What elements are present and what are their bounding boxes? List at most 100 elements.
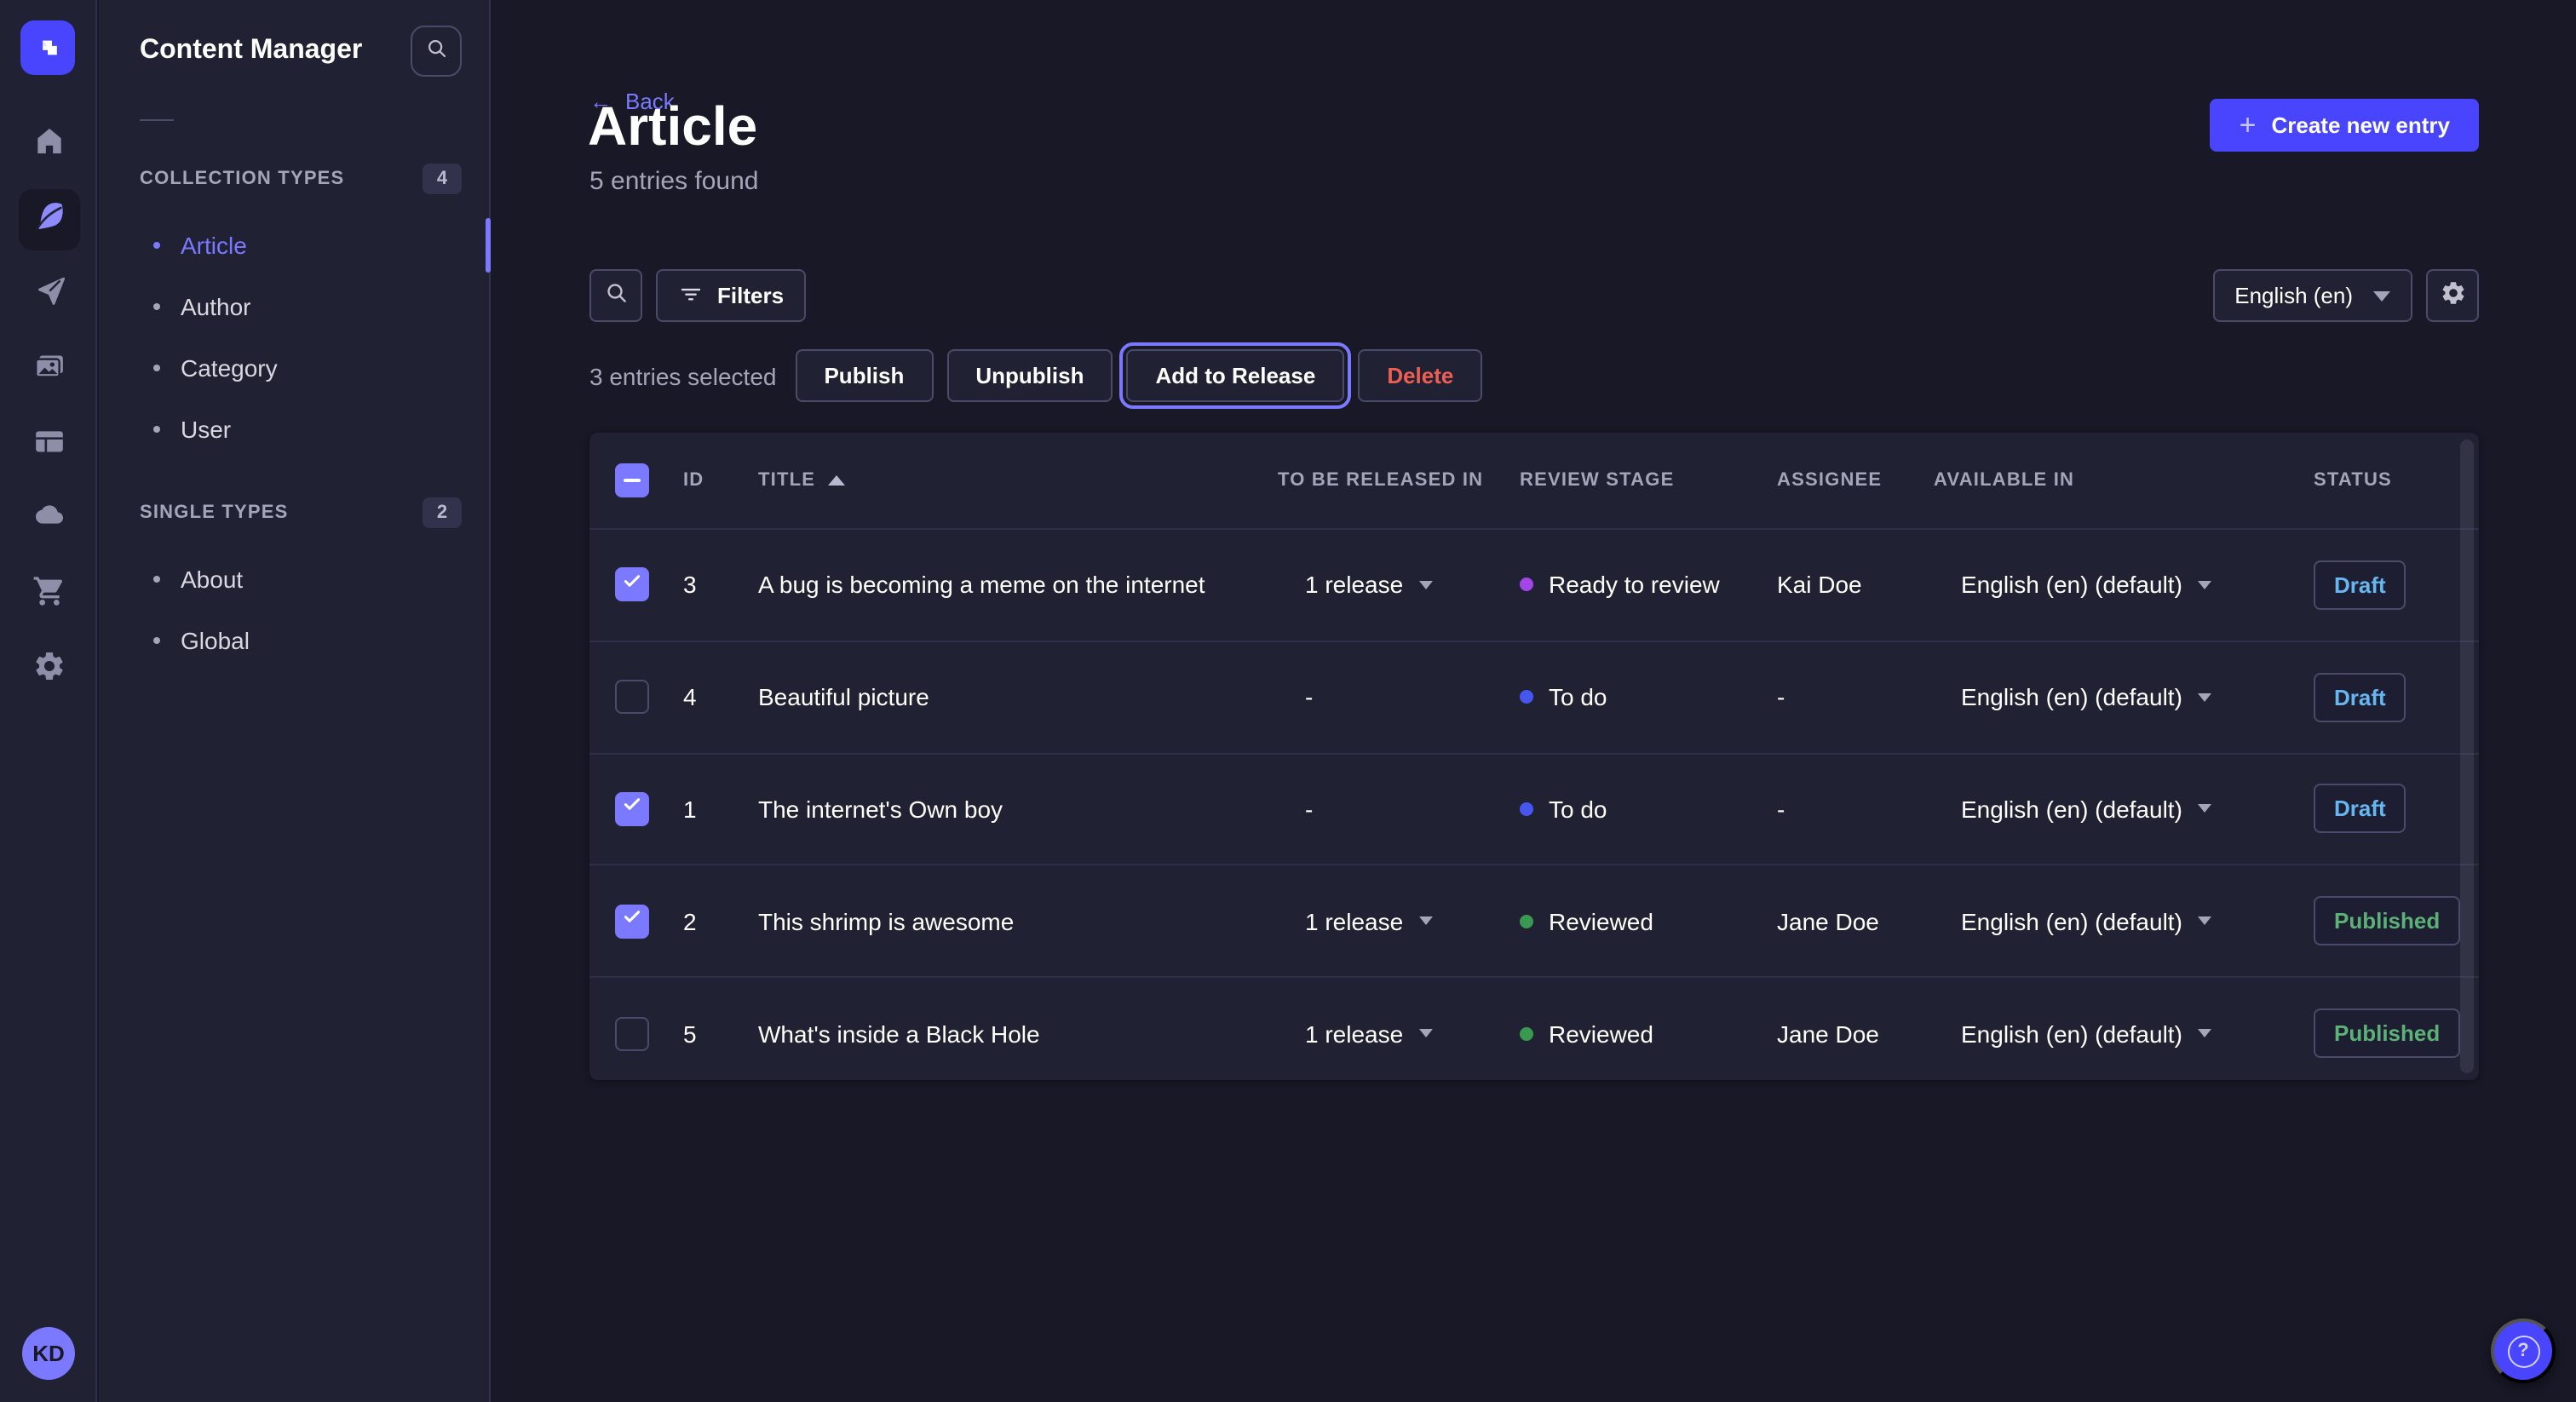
- delete-button[interactable]: Delete: [1358, 349, 1482, 402]
- locale-dropdown[interactable]: English (en) (default): [1934, 572, 2314, 599]
- search-button[interactable]: [589, 269, 642, 322]
- row-checkbox[interactable]: [615, 792, 649, 826]
- cell-id: 4: [683, 683, 758, 710]
- search-icon: [602, 279, 630, 312]
- rail-item-releases[interactable]: [18, 264, 79, 325]
- strapi-logo[interactable]: [20, 20, 75, 75]
- release-count-label: -: [1305, 683, 1313, 710]
- column-header-label: TO BE RELEASED IN: [1278, 470, 1483, 491]
- table-row[interactable]: 2This shrimp is awesome1 releaseReviewed…: [589, 865, 2479, 977]
- sidebar-section-label: COLLECTION TYPES: [140, 169, 344, 189]
- home-icon: [32, 124, 66, 166]
- create-new-entry-button[interactable]: + Create new entry: [2211, 99, 2479, 152]
- locale-select[interactable]: English (en): [2212, 269, 2412, 322]
- locale-label: English (en) (default): [1961, 796, 2182, 823]
- sidebar-item-label: About: [181, 566, 243, 593]
- row-checkbox[interactable]: [615, 1016, 649, 1050]
- column-header-label: REVIEW STAGE: [1520, 470, 1674, 491]
- release-dropdown[interactable]: 1 release: [1278, 908, 1520, 935]
- locale-dropdown[interactable]: English (en) (default): [1934, 796, 2314, 823]
- chevron-down-icon: [2373, 290, 2390, 301]
- locale-dropdown[interactable]: English (en) (default): [1934, 908, 2314, 935]
- cell-review-stage: Reviewed: [1520, 908, 1777, 935]
- column-header-id[interactable]: ID: [683, 470, 758, 491]
- row-checkbox[interactable]: [615, 905, 649, 939]
- rail-item-cloud[interactable]: [18, 489, 79, 550]
- locale-value: English (en): [2234, 283, 2353, 308]
- stage-dot-icon: [1520, 1026, 1533, 1040]
- cell-id: 2: [683, 908, 758, 935]
- locale-label: English (en) (default): [1961, 683, 2182, 710]
- search-icon: [423, 36, 449, 66]
- rail-item-marketplace[interactable]: [18, 564, 79, 625]
- locale-dropdown[interactable]: English (en) (default): [1934, 1020, 2314, 1047]
- add-to-release-button[interactable]: Add to Release: [1126, 349, 1344, 402]
- release-dropdown[interactable]: 1 release: [1278, 572, 1520, 599]
- marketplace-icon: [32, 573, 66, 616]
- sidebar-title: Content Manager: [140, 36, 362, 66]
- filter-icon: [678, 280, 704, 311]
- sidebar-section-header: COLLECTION TYPES4: [99, 162, 489, 196]
- rail-item-settings[interactable]: [18, 639, 79, 700]
- chevron-down-icon: [2198, 917, 2211, 926]
- table-row[interactable]: 5What's inside a Black Hole1 releaseRevi…: [589, 976, 2479, 1089]
- status-badge: Draft: [2314, 784, 2406, 834]
- help-button[interactable]: ?: [2491, 1319, 2556, 1383]
- table-row[interactable]: 4Beautiful picture-To do-English (en) (d…: [589, 641, 2479, 753]
- bullet-icon: [153, 365, 160, 371]
- sidebar-section-items: Article Author Category User: [99, 220, 489, 455]
- rail-item-content-manager[interactable]: [18, 189, 79, 250]
- chevron-down-icon: [2198, 581, 2211, 589]
- column-header-title[interactable]: TITLE: [758, 470, 1278, 491]
- sidebar-item-article[interactable]: Article: [99, 220, 489, 271]
- rail-item-media-library[interactable]: [18, 339, 79, 400]
- sidebar-item-global[interactable]: Global: [99, 615, 489, 666]
- plus-icon: +: [2240, 111, 2257, 140]
- bullet-icon: [153, 242, 160, 249]
- page-subtitle: 5 entries found: [589, 167, 759, 196]
- sidebar-section-items: About Global: [99, 554, 489, 666]
- unpublish-button[interactable]: Unpublish: [946, 349, 1113, 402]
- filters-button[interactable]: Filters: [656, 269, 806, 322]
- media-library-icon: [32, 348, 66, 391]
- rail-item-content-type-builder[interactable]: [18, 414, 79, 475]
- sidebar-item-author[interactable]: Author: [99, 281, 489, 332]
- stage-dot-icon: [1520, 915, 1533, 928]
- checkmark-icon: [620, 905, 644, 938]
- cloud-icon: [32, 498, 66, 541]
- main-content: ← Back Article 5 entries found + Create …: [492, 0, 2576, 1402]
- table-row[interactable]: 1The internet's Own boy-To do-English (e…: [589, 752, 2479, 865]
- cell-assignee: -: [1777, 683, 1934, 710]
- locale-dropdown[interactable]: English (en) (default): [1934, 683, 2314, 710]
- column-header-stage: REVIEW STAGE: [1520, 470, 1777, 491]
- row-checkbox[interactable]: [615, 568, 649, 602]
- sort-ascending-icon[interactable]: [827, 475, 844, 486]
- stage-label: Reviewed: [1549, 908, 1653, 935]
- sidebar-item-label: Author: [181, 293, 251, 320]
- release-dropdown[interactable]: 1 release: [1278, 1020, 1520, 1047]
- column-header-assignee: ASSIGNEE: [1777, 470, 1934, 491]
- sidebar-section-header: SINGLE TYPES2: [99, 496, 489, 530]
- release-count-label: 1 release: [1305, 572, 1403, 599]
- settings-icon: [32, 648, 66, 691]
- stage-label: To do: [1549, 683, 1607, 710]
- sidebar-item-label: Global: [181, 627, 250, 654]
- table-scrollbar[interactable]: [2460, 440, 2474, 1073]
- status-badge: Draft: [2314, 672, 2406, 721]
- row-checkbox[interactable]: [615, 680, 649, 714]
- list-settings-button[interactable]: [2426, 269, 2479, 322]
- sidebar-search-button[interactable]: [411, 26, 462, 77]
- select-all-checkbox[interactable]: [615, 463, 649, 497]
- sidebar-item-category[interactable]: Category: [99, 342, 489, 394]
- sidebar-item-user[interactable]: User: [99, 404, 489, 455]
- page-title: Article: [588, 95, 757, 158]
- table-row[interactable]: 3A bug is becoming a meme on the interne…: [589, 528, 2479, 641]
- sidebar-item-about[interactable]: About: [99, 554, 489, 605]
- filters-label: Filters: [717, 283, 784, 308]
- stage-dot-icon: [1520, 690, 1533, 704]
- release-count-label: 1 release: [1305, 1020, 1403, 1047]
- cell-status: Draft: [2314, 560, 2479, 610]
- publish-button[interactable]: Publish: [795, 349, 933, 402]
- rail-item-home[interactable]: [18, 114, 79, 175]
- user-avatar[interactable]: KD: [22, 1327, 75, 1380]
